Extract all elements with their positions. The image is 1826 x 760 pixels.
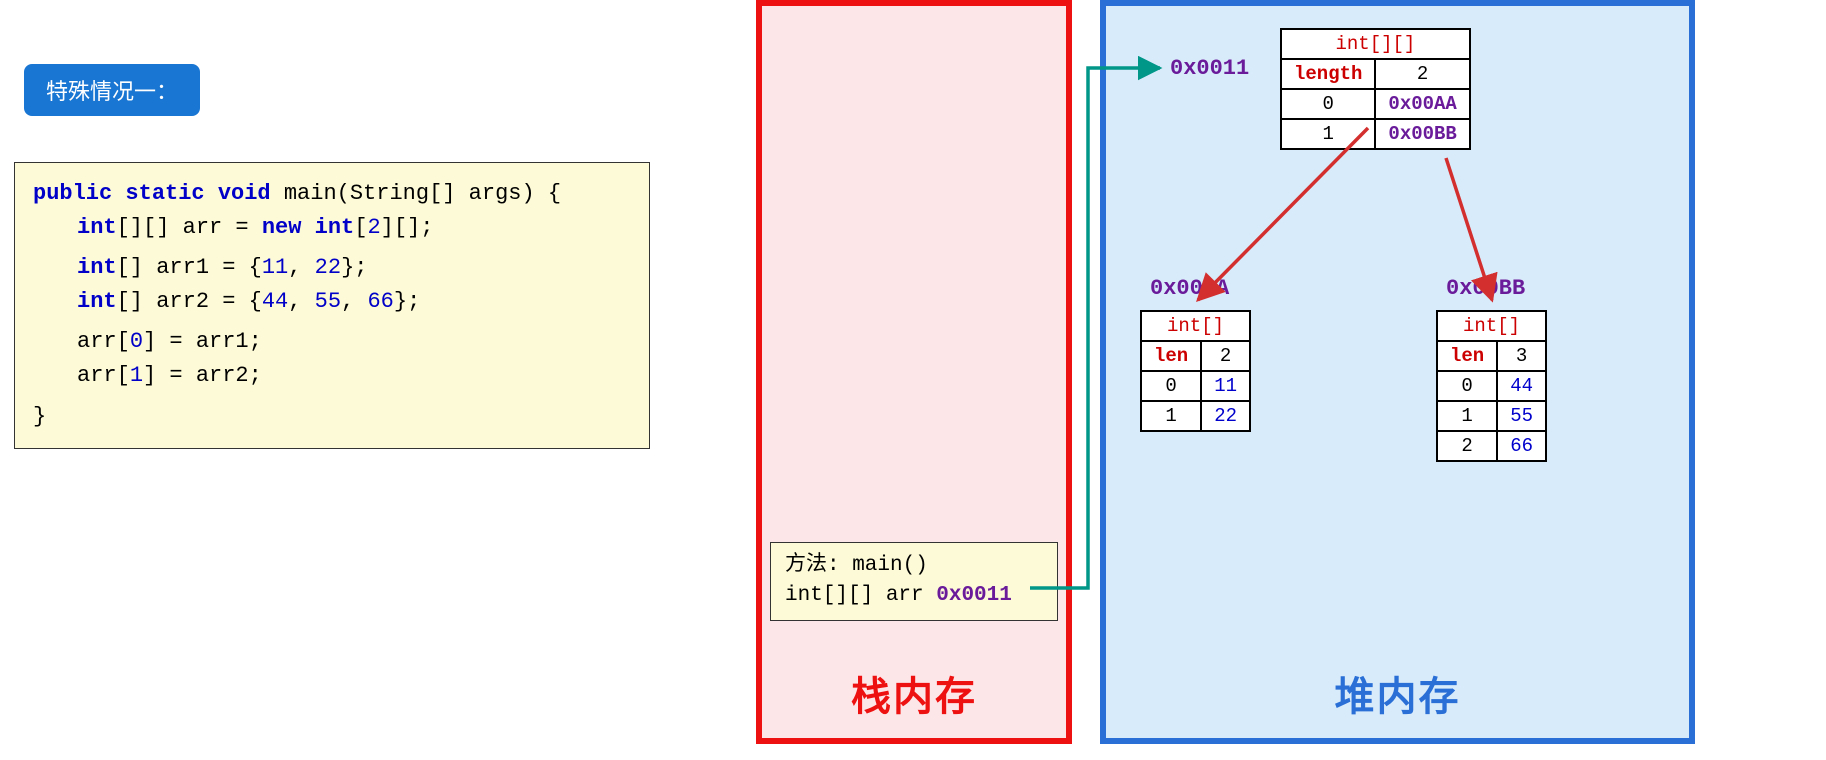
stack-frame-method: 方法: main() bbox=[785, 551, 1043, 581]
arr-aa-addr-label: 0x00AA bbox=[1150, 276, 1229, 301]
arr-bb-len-label: len bbox=[1437, 341, 1497, 371]
arr-aa-object: int[] len2 011 122 bbox=[1140, 310, 1251, 432]
code-kw: int bbox=[77, 289, 117, 314]
code-snippet: public static void main(String[] args) {… bbox=[14, 162, 650, 449]
outer-val-1: 0x00BB bbox=[1375, 119, 1469, 149]
arr-aa-idx-1: 1 bbox=[1141, 401, 1201, 431]
code-text: [] arr2 = { bbox=[117, 289, 262, 314]
arr-bb-idx-0: 0 bbox=[1437, 371, 1497, 401]
code-line-6: arr[1] = arr2; bbox=[33, 359, 631, 393]
code-num: 44 bbox=[262, 289, 288, 314]
code-text: , bbox=[288, 255, 314, 280]
stack-frame-var: int[][] arr 0x0011 bbox=[785, 581, 1043, 611]
code-num: 22 bbox=[315, 255, 341, 280]
code-num: 1 bbox=[130, 363, 143, 388]
arr-bb-len: 3 bbox=[1497, 341, 1546, 371]
stack-var-addr: 0x0011 bbox=[936, 584, 1012, 607]
code-text: [] arr1 = { bbox=[117, 255, 262, 280]
outer-length-val: 2 bbox=[1375, 59, 1469, 89]
code-line-3: int[] arr1 = {11, 22}; bbox=[33, 251, 631, 285]
code-text: [ bbox=[354, 215, 367, 240]
stack-title: 栈内存 bbox=[851, 664, 977, 722]
code-text: }; bbox=[341, 255, 367, 280]
code-text: , bbox=[288, 289, 314, 314]
arr-bb-val-1: 55 bbox=[1497, 401, 1546, 431]
code-text: ] = arr2; bbox=[143, 363, 262, 388]
code-num: 66 bbox=[367, 289, 393, 314]
code-text: arr[ bbox=[77, 363, 130, 388]
arr-aa-val-1: 22 bbox=[1201, 401, 1250, 431]
code-text: arr[ bbox=[77, 329, 130, 354]
code-text: ][]; bbox=[381, 215, 434, 240]
arr-aa-val-0: 11 bbox=[1201, 371, 1250, 401]
outer-array-object: int[][] length2 00x00AA 10x00BB bbox=[1280, 28, 1471, 150]
code-num: 2 bbox=[367, 215, 380, 240]
stack-var-decl: int[][] arr bbox=[785, 584, 936, 607]
arr-aa-len: 2 bbox=[1201, 341, 1250, 371]
arr-aa-idx-0: 0 bbox=[1141, 371, 1201, 401]
arr-bb-object: int[] len3 044 155 266 bbox=[1436, 310, 1547, 462]
outer-addr-label: 0x0011 bbox=[1170, 56, 1249, 81]
stack-frame-main: 方法: main() int[][] arr 0x0011 bbox=[770, 542, 1058, 621]
code-line-2: int[][] arr = new int[2][]; bbox=[33, 211, 631, 245]
outer-type: int[][] bbox=[1281, 29, 1470, 59]
code-num: 11 bbox=[262, 255, 288, 280]
code-num: 55 bbox=[315, 289, 341, 314]
code-line-7: } bbox=[33, 400, 631, 434]
outer-idx-1: 1 bbox=[1281, 119, 1375, 149]
special-case-badge: 特殊情况一： bbox=[24, 64, 200, 116]
code-kw: int bbox=[77, 255, 117, 280]
code-text: ] = arr1; bbox=[143, 329, 262, 354]
code-line-4: int[] arr2 = {44, 55, 66}; bbox=[33, 285, 631, 319]
code-text: , bbox=[341, 289, 367, 314]
outer-idx-0: 0 bbox=[1281, 89, 1375, 119]
heap-title: 堆内存 bbox=[1335, 664, 1461, 722]
code-line-1: public static void main(String[] args) { bbox=[33, 177, 631, 211]
outer-val-0: 0x00AA bbox=[1375, 89, 1469, 119]
arr-bb-addr-label: 0x00BB bbox=[1446, 276, 1525, 301]
outer-length-label: length bbox=[1281, 59, 1375, 89]
code-text: }; bbox=[394, 289, 420, 314]
code-text: [][] arr = bbox=[117, 215, 262, 240]
code-num: 0 bbox=[130, 329, 143, 354]
code-kw: int bbox=[77, 215, 117, 240]
arr-bb-val-2: 66 bbox=[1497, 431, 1546, 461]
arr-bb-type: int[] bbox=[1437, 311, 1546, 341]
code-kw: new int bbox=[262, 215, 354, 240]
code-text: main(String[] args) { bbox=[271, 181, 561, 206]
arr-bb-idx-2: 2 bbox=[1437, 431, 1497, 461]
arr-aa-len-label: len bbox=[1141, 341, 1201, 371]
stack-memory-region: 栈内存 bbox=[756, 0, 1072, 744]
code-kw: public static void bbox=[33, 181, 271, 206]
arr-bb-val-0: 44 bbox=[1497, 371, 1546, 401]
arr-bb-idx-1: 1 bbox=[1437, 401, 1497, 431]
arr-aa-type: int[] bbox=[1141, 311, 1250, 341]
code-line-5: arr[0] = arr1; bbox=[33, 325, 631, 359]
